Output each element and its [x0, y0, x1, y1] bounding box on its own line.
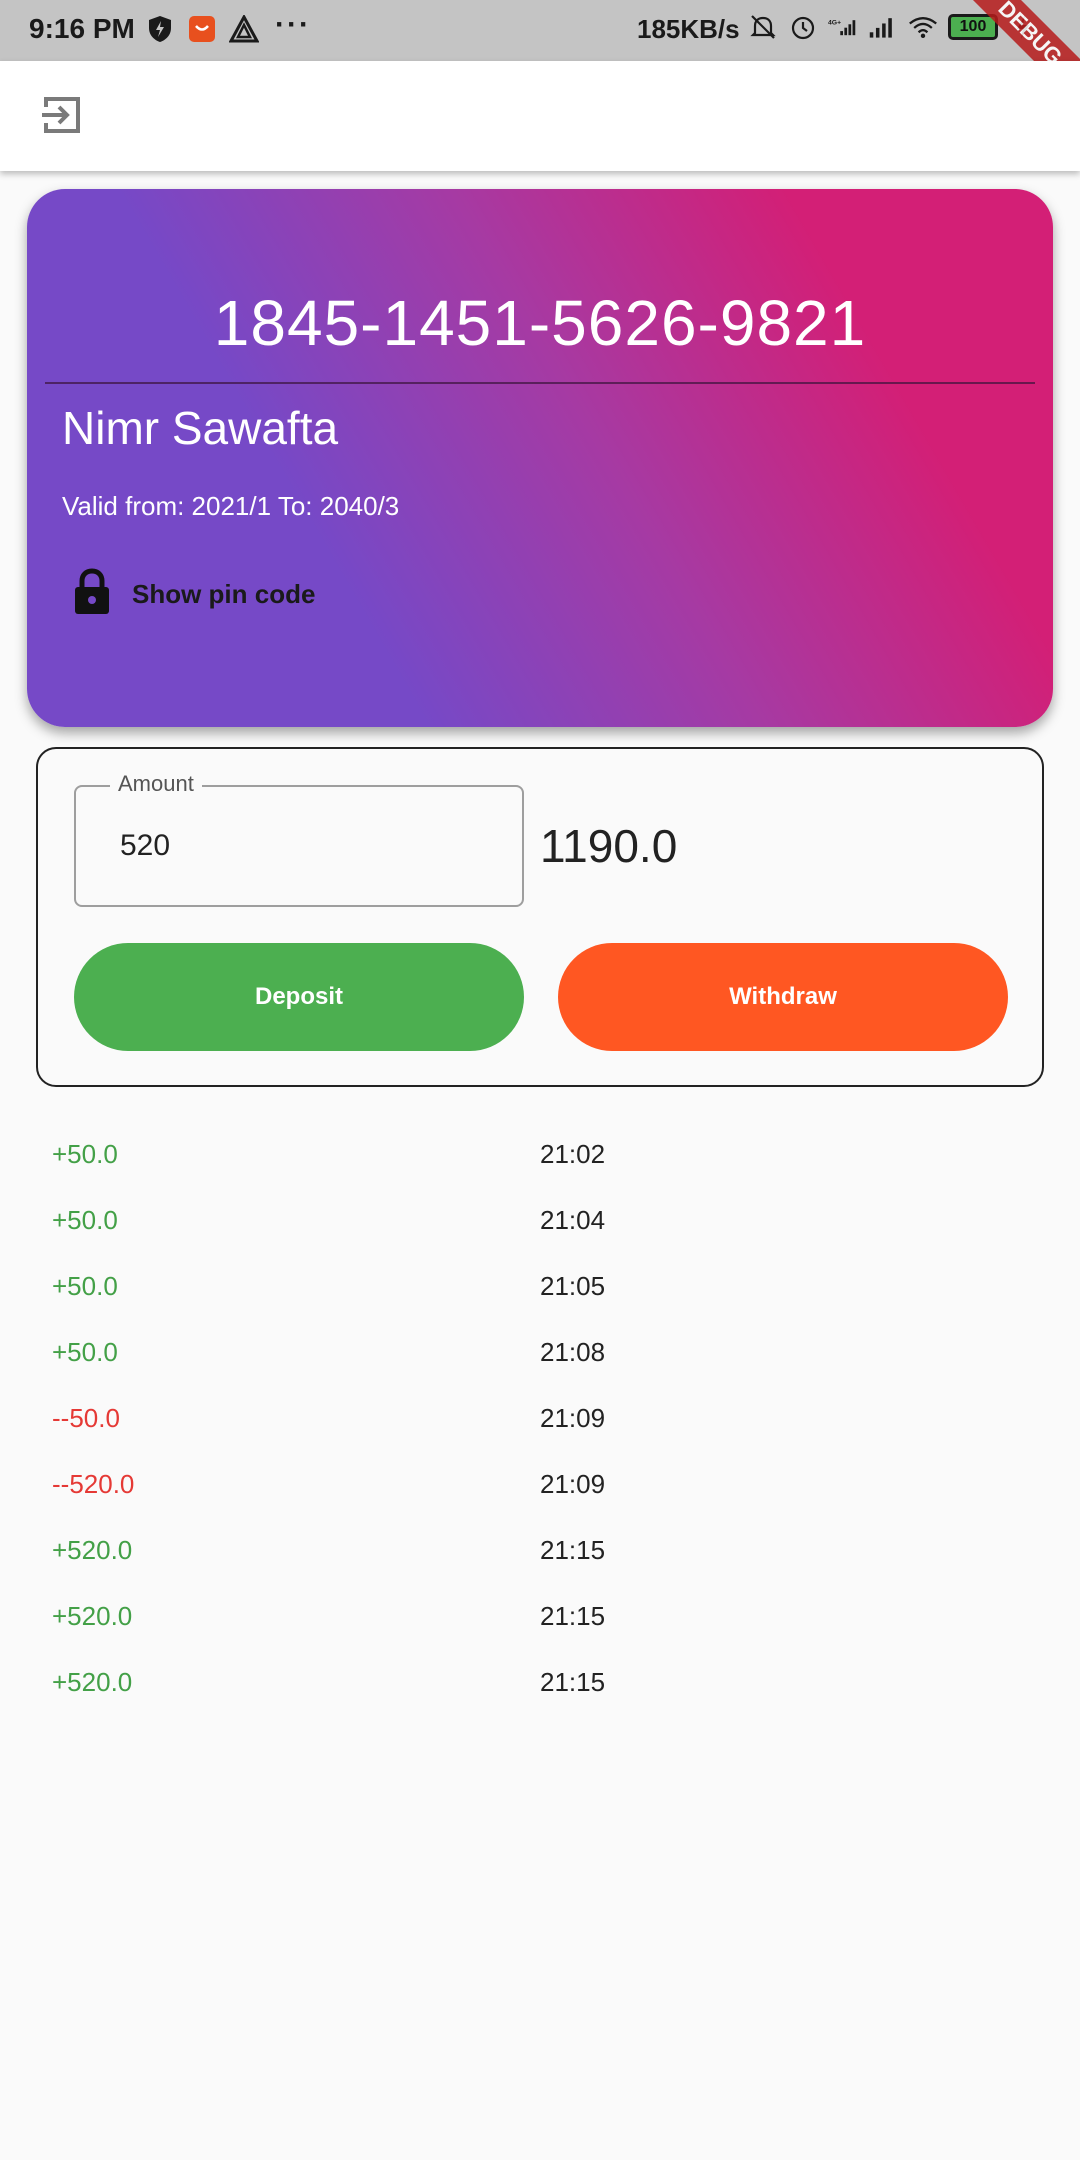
shield-bolt-icon	[145, 14, 175, 44]
app-notification-icon	[187, 14, 217, 44]
history-time: 21:15	[540, 1667, 606, 1697]
logout-icon	[40, 93, 84, 142]
status-speed: 185KB/s	[637, 14, 740, 44]
history-amount: +50.0	[52, 1139, 118, 1169]
triangle-app-icon	[229, 14, 259, 44]
history-row: +50.0 21:04	[0, 1189, 1080, 1255]
history-amount: +50.0	[52, 1205, 118, 1235]
history-row: +50.0 21:08	[0, 1321, 1080, 1387]
svg-text:4G+: 4G+	[828, 19, 841, 26]
amount-input[interactable]	[118, 817, 502, 875]
history-amount: +50.0	[52, 1337, 118, 1367]
transaction-panel: Amount 1190.0 Deposit Withdraw	[36, 747, 1044, 1087]
show-pin-button[interactable]: Show pin code	[72, 564, 315, 624]
history-row: --50.0 21:09	[0, 1387, 1080, 1453]
history-amount: +520.0	[52, 1535, 133, 1565]
transaction-history: +50.0 21:02 +50.0 21:04 +50.0 21:05 +50.0 21:08…	[0, 1123, 1080, 1717]
history-row: +520.0 21:15	[0, 1651, 1080, 1717]
deposit-button[interactable]: Deposit	[74, 943, 524, 1051]
bank-card: 1845-1451-5626-9821 Nimr Sawafta Valid f…	[27, 189, 1053, 727]
history-time: 21:09	[540, 1403, 606, 1433]
status-more-icon: ···	[275, 8, 311, 41]
history-time: 21:09	[540, 1469, 606, 1499]
history-time: 21:05	[540, 1271, 606, 1301]
amount-field[interactable]: Amount	[74, 771, 524, 907]
history-amount: +520.0	[52, 1601, 133, 1631]
history-row: +50.0 21:02	[0, 1123, 1080, 1189]
card-holder-name: Nimr Sawafta	[62, 402, 339, 454]
withdraw-button[interactable]: Withdraw	[558, 943, 1008, 1051]
battery-level: 100	[959, 18, 987, 35]
app-bar	[0, 61, 1080, 171]
history-row: +50.0 21:05	[0, 1255, 1080, 1321]
card-number: 1845-1451-5626-9821	[213, 287, 867, 359]
history-time: 21:15	[540, 1535, 606, 1565]
logout-button[interactable]	[36, 91, 88, 143]
history-amount: --50.0	[52, 1403, 120, 1433]
status-left-icons	[145, 14, 259, 44]
history-amount: +520.0	[52, 1667, 133, 1697]
history-amount: +50.0	[52, 1271, 118, 1301]
history-amount: --520.0	[52, 1469, 135, 1499]
history-row: --520.0 21:09	[0, 1453, 1080, 1519]
lock-icon	[72, 567, 112, 621]
history-row: +520.0 21:15	[0, 1519, 1080, 1585]
balance-value: 1190.0	[540, 820, 678, 872]
history-time: 21:15	[540, 1601, 606, 1631]
card-divider	[45, 382, 1035, 384]
history-time: 21:02	[540, 1139, 606, 1169]
signal-4g-icon: 4G+	[828, 12, 858, 42]
card-validity: Valid from: 2021/1 To: 2040/3	[62, 491, 400, 521]
signal-icon	[868, 12, 898, 42]
history-time: 21:08	[540, 1337, 606, 1367]
history-time: 21:04	[540, 1205, 606, 1235]
show-pin-label: Show pin code	[132, 578, 316, 609]
status-bar: 9:16 PM ··· 185KB/s 4G+ 100 DEBUG	[0, 0, 1080, 123]
history-row: +520.0 21:15	[0, 1585, 1080, 1651]
alarm-icon	[788, 12, 818, 42]
mute-bell-icon	[748, 12, 778, 42]
amount-label: Amount	[110, 771, 202, 797]
status-time: 9:16 PM	[29, 13, 135, 44]
wifi-icon	[908, 12, 938, 42]
